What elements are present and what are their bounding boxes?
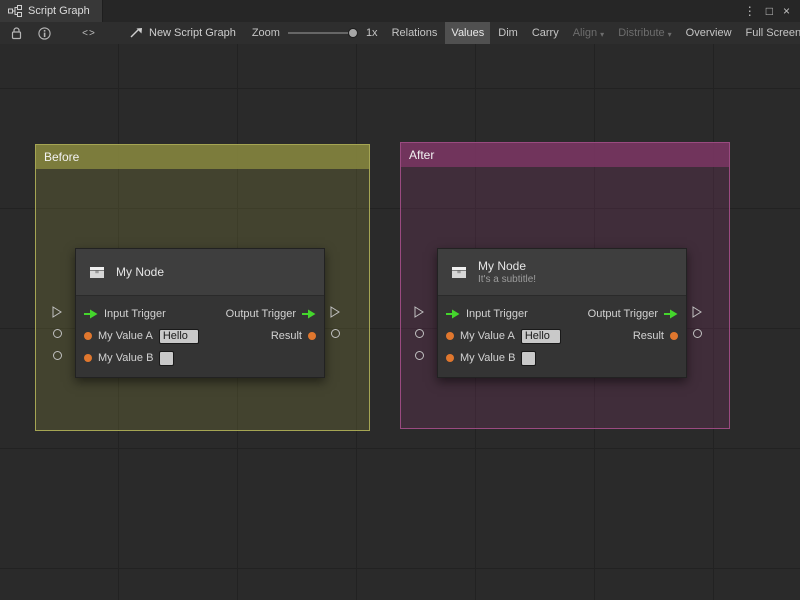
zoom-slider-knob[interactable]: [348, 28, 358, 38]
value-b-field[interactable]: [159, 351, 174, 366]
external-value-port[interactable]: [415, 351, 424, 360]
port-row-value-b: My Value B: [438, 347, 686, 369]
group-after-header[interactable]: After: [401, 143, 729, 167]
graph-asset-icon: [130, 22, 143, 44]
maximize-icon[interactable]: □: [766, 0, 773, 22]
chevron-down-icon: ▾: [600, 30, 604, 39]
tab-script-graph[interactable]: Script Graph: [0, 0, 103, 22]
distribute-button[interactable]: Distribute ▾: [612, 22, 677, 44]
close-icon[interactable]: ×: [783, 0, 790, 22]
value-b-port[interactable]: [446, 354, 454, 362]
code-icon[interactable]: <>: [78, 22, 100, 44]
relations-button[interactable]: Relations: [386, 22, 444, 44]
value-a-label: My Value A: [460, 330, 515, 342]
value-a-field[interactable]: [521, 329, 561, 344]
info-icon[interactable]: [36, 22, 52, 44]
zoom-label: Zoom: [252, 27, 280, 39]
output-trigger-port[interactable]: [664, 309, 678, 319]
value-a-field[interactable]: [159, 329, 199, 344]
window-menu-icon[interactable]: ⋮: [744, 0, 756, 22]
input-trigger-port[interactable]: [84, 309, 98, 319]
input-trigger-label: Input Trigger: [104, 308, 166, 320]
port-row-value-a: My Value A Result: [76, 325, 324, 347]
external-value-port[interactable]: [415, 329, 424, 338]
carry-button[interactable]: Carry: [526, 22, 565, 44]
unit-icon: [449, 262, 469, 282]
node-my-node-after[interactable]: My Node It's a subtitle! Input Trigger O…: [437, 248, 687, 378]
graph-breadcrumb[interactable]: New Script Graph: [130, 22, 236, 44]
result-label: Result: [271, 330, 302, 342]
value-a-label: My Value A: [98, 330, 153, 342]
external-value-port[interactable]: [53, 351, 62, 360]
zoom-value: 1x: [366, 27, 378, 39]
external-trigger-port[interactable]: [330, 306, 340, 318]
node-header[interactable]: My Node: [76, 249, 324, 296]
value-b-port[interactable]: [84, 354, 92, 362]
node-my-node-before[interactable]: My Node Input Trigger Output Trigger: [75, 248, 325, 378]
align-button[interactable]: Align ▾: [567, 22, 610, 44]
group-after-title: After: [409, 148, 434, 162]
dim-button[interactable]: Dim: [492, 22, 524, 44]
graph-canvas[interactable]: Before After My Node: [0, 44, 800, 600]
output-trigger-port[interactable]: [302, 309, 316, 319]
external-value-port[interactable]: [693, 329, 702, 338]
port-row-triggers: Input Trigger Output Trigger: [438, 303, 686, 325]
graph-name: New Script Graph: [149, 27, 236, 39]
overview-button[interactable]: Overview: [680, 22, 738, 44]
group-before-header[interactable]: Before: [36, 145, 369, 169]
node-subtitle: It's a subtitle!: [478, 274, 536, 286]
input-trigger-label: Input Trigger: [466, 308, 528, 320]
external-trigger-port[interactable]: [52, 306, 62, 318]
toolbar-buttons: Relations Values Dim Carry Align ▾ Distr…: [386, 22, 800, 44]
output-trigger-label: Output Trigger: [588, 308, 658, 320]
node-title: My Node: [478, 259, 536, 273]
node-header[interactable]: My Node It's a subtitle!: [438, 249, 686, 296]
external-value-port[interactable]: [331, 329, 340, 338]
external-trigger-port[interactable]: [414, 306, 424, 318]
window-titlebar: Script Graph ⋮ □ ×: [0, 0, 800, 23]
values-button[interactable]: Values: [445, 22, 490, 44]
zoom-slider[interactable]: [288, 28, 358, 38]
value-a-port[interactable]: [446, 332, 454, 340]
input-trigger-port[interactable]: [446, 309, 460, 319]
result-port[interactable]: [308, 332, 316, 340]
port-row-triggers: Input Trigger Output Trigger: [76, 303, 324, 325]
result-label: Result: [633, 330, 664, 342]
tab-title: Script Graph: [28, 5, 90, 17]
value-a-port[interactable]: [84, 332, 92, 340]
chevron-down-icon: ▾: [668, 30, 672, 39]
value-b-label: My Value B: [460, 352, 515, 364]
value-b-field[interactable]: [521, 351, 536, 366]
external-value-port[interactable]: [53, 329, 62, 338]
zoom-control: Zoom 1x: [252, 22, 378, 44]
unit-icon: [87, 262, 107, 282]
node-body: Input Trigger Output Trigger My Value A …: [76, 296, 324, 377]
group-before-title: Before: [44, 150, 79, 164]
port-row-value-a: My Value A Result: [438, 325, 686, 347]
value-b-label: My Value B: [98, 352, 153, 364]
lock-icon[interactable]: [8, 22, 24, 44]
output-trigger-label: Output Trigger: [226, 308, 296, 320]
result-port[interactable]: [670, 332, 678, 340]
port-row-value-b: My Value B: [76, 347, 324, 369]
script-graph-icon: [8, 5, 22, 17]
distribute-label: Distribute: [618, 27, 664, 39]
node-title: My Node: [116, 265, 164, 279]
node-body: Input Trigger Output Trigger My Value A …: [438, 296, 686, 377]
align-label: Align: [573, 27, 597, 39]
external-trigger-port[interactable]: [692, 306, 702, 318]
window-controls: ⋮ □ ×: [744, 0, 800, 22]
graph-toolbar: <> New Script Graph Zoom 1x Relations Va…: [0, 22, 800, 45]
full-screen-button[interactable]: Full Screen: [740, 22, 800, 44]
